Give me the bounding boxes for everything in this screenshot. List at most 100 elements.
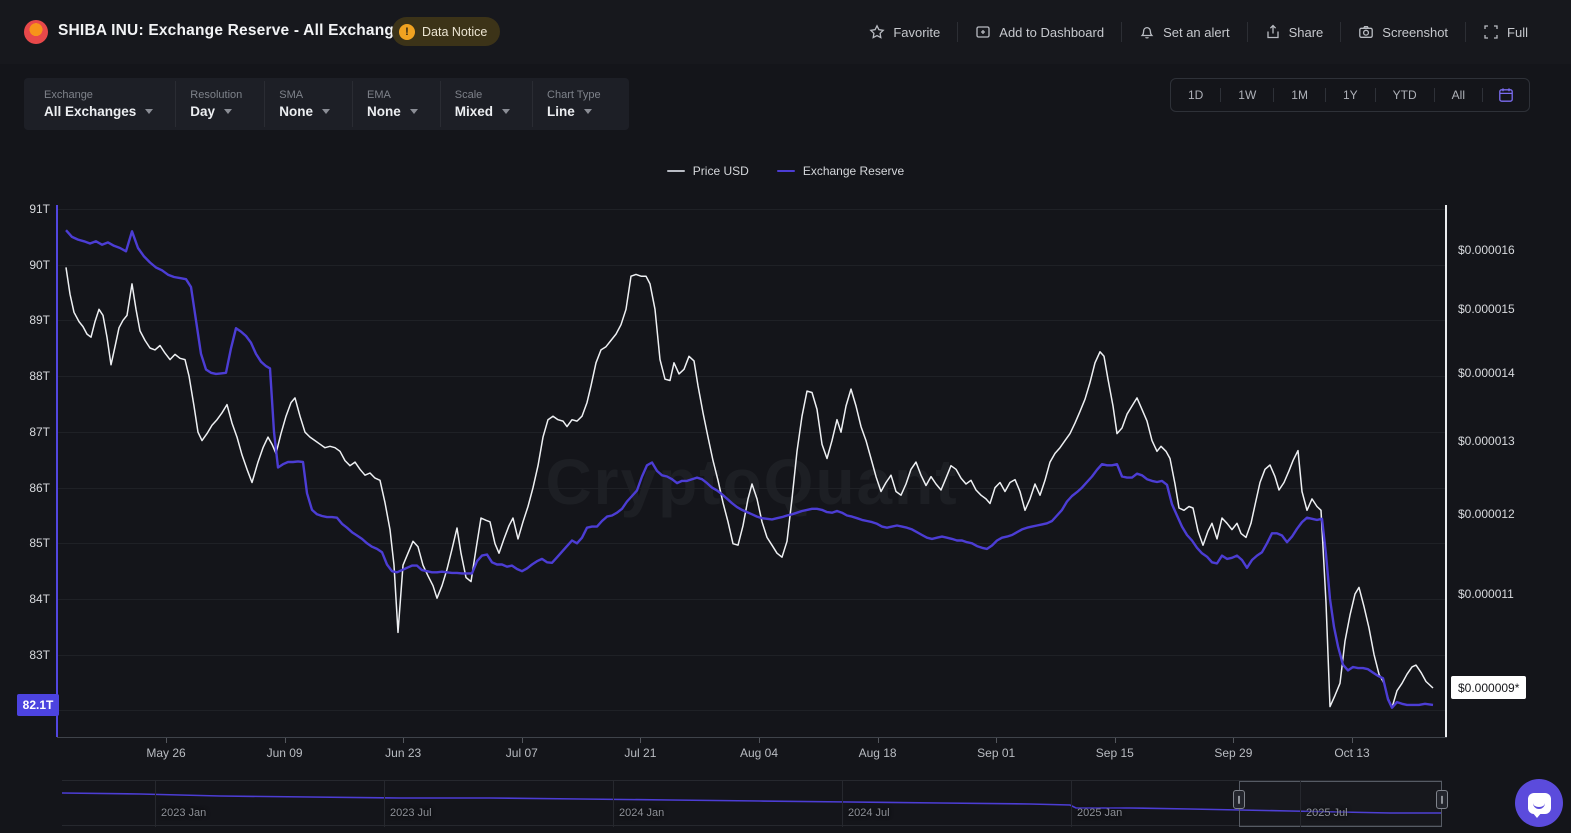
left-axis-tick: 87T: [29, 425, 50, 439]
right-axis-tick: $0.000016: [1458, 243, 1515, 257]
x-axis-tick-mark: [640, 738, 641, 743]
ema-value: None: [367, 104, 401, 119]
minimap-gridline: [155, 781, 156, 827]
x-axis-tick: Jun 23: [385, 746, 421, 760]
x-axis-tick: Aug 04: [740, 746, 778, 760]
left-axis-tick: 83T: [29, 648, 50, 662]
screenshot-button[interactable]: Screenshot: [1341, 24, 1465, 40]
chevron-down-icon: [224, 109, 232, 114]
resolution-value: Day: [190, 104, 215, 119]
sma-value: None: [279, 104, 313, 119]
range-1w-button[interactable]: 1W: [1221, 79, 1273, 111]
left-axis-tick: 90T: [29, 258, 50, 272]
calendar-icon[interactable]: [1483, 87, 1529, 103]
share-icon: [1265, 24, 1281, 40]
resolution-dropdown[interactable]: ResolutionDay: [175, 81, 264, 127]
full-button[interactable]: Full: [1466, 24, 1545, 40]
set-alert-button[interactable]: Set an alert: [1122, 24, 1247, 40]
minimap-gridline: [384, 781, 385, 827]
minimap-gridline: [1300, 781, 1301, 827]
chat-icon: [1528, 793, 1551, 814]
minimap-tick-label: 2024 Jul: [848, 807, 890, 819]
x-axis-tick-mark: [522, 738, 523, 743]
legend-item-exchange-reserve[interactable]: Exchange Reserve: [777, 164, 904, 178]
time-range-selector: 1D1W1M1YYTDAll: [1170, 78, 1530, 112]
fullscreen-icon: [1483, 24, 1499, 40]
header-bar: SHIBA INU: Exchange Reserve - All Exchan…: [0, 0, 1571, 64]
legend-label: Price USD: [693, 164, 749, 178]
minimap-gridline: [842, 781, 843, 827]
data-notice-label: Data Notice: [422, 25, 487, 39]
x-axis-tick: Aug 18: [859, 746, 897, 760]
x-axis-tick-mark: [759, 738, 760, 743]
x-axis-tick: Sep 15: [1096, 746, 1134, 760]
minimap-right-handle[interactable]: ∥: [1436, 790, 1448, 809]
left-axis-tick: 91T: [29, 202, 50, 216]
ema-dropdown[interactable]: EMANone: [352, 81, 440, 127]
exchange-dropdown[interactable]: ExchangeAll Exchanges: [30, 81, 175, 127]
share-label: Share: [1289, 25, 1324, 40]
legend-item-price-usd[interactable]: Price USD: [667, 164, 749, 178]
chevron-down-icon: [322, 109, 330, 114]
shiba-inu-logo-icon: [24, 20, 48, 44]
header-actions: FavoriteAdd to Dashboard Set an alert Shar…: [852, 0, 1545, 64]
exchange-value: All Exchanges: [44, 104, 136, 119]
range-ytd-button[interactable]: YTD: [1376, 79, 1434, 111]
range-1m-button[interactable]: 1M: [1274, 79, 1325, 111]
chart-type-label: Chart Type: [547, 89, 601, 101]
full-label: Full: [1507, 25, 1528, 40]
minimap-tick-label: 2025 Jan: [1077, 807, 1122, 819]
set-alert-label: Set an alert: [1163, 25, 1230, 40]
page-title: SHIBA INU: Exchange Reserve - All Exchan…: [58, 22, 412, 40]
x-axis-tick-mark: [878, 738, 879, 743]
minimap-left-handle[interactable]: ∥: [1233, 790, 1245, 809]
right-axis-tick: $0.000011: [1458, 587, 1514, 601]
x-axis-tick: Jul 07: [506, 746, 538, 760]
minimap-tick-label: 2023 Jan: [161, 807, 206, 819]
timeline-minimap[interactable]: ∥ ∥ 2023 Jan2023 Jul2024 Jan2024 Jul2025…: [62, 780, 1442, 826]
left-axis-tick: 84T: [29, 592, 50, 606]
series-price-usd: [66, 267, 1433, 707]
bell-icon: [1139, 24, 1155, 40]
legend-swatch: [777, 170, 795, 172]
x-axis-tick-mark: [403, 738, 404, 743]
chat-button[interactable]: [1515, 779, 1563, 827]
x-axis-tick-mark: [996, 738, 997, 743]
add-to-dashboard-button[interactable]: Add to Dashboard: [958, 24, 1121, 40]
left-axis-tick: 89T: [29, 313, 50, 327]
chart-plot-area[interactable]: CryptoQuant: [57, 205, 1447, 737]
dashboard-add-icon: [975, 24, 991, 40]
warning-icon: !: [399, 24, 415, 40]
chevron-down-icon: [502, 109, 510, 114]
range-1d-button[interactable]: 1D: [1171, 79, 1220, 111]
x-axis-tick: Jun 09: [267, 746, 303, 760]
x-axis-tick-mark: [1233, 738, 1234, 743]
range-1y-button[interactable]: 1Y: [1326, 79, 1375, 111]
left-axis-tick: 88T: [29, 369, 50, 383]
minimap-selection-window[interactable]: [1239, 781, 1442, 827]
reserve-current-value-badge: 82.1T: [17, 694, 59, 716]
sma-label: SMA: [279, 89, 330, 101]
share-button[interactable]: Share: [1248, 24, 1341, 40]
minimap-gridline: [1071, 781, 1072, 827]
x-axis-tick: May 26: [146, 746, 185, 760]
legend-swatch: [667, 170, 685, 172]
scale-dropdown[interactable]: ScaleMixed: [440, 81, 532, 127]
minimap-tick-label: 2023 Jul: [390, 807, 432, 819]
cryptoquant-chart-page: SHIBA INU: Exchange Reserve - All Exchan…: [0, 0, 1571, 833]
left-axis-tick: 85T: [29, 536, 50, 550]
x-axis-tick: Sep 01: [977, 746, 1015, 760]
x-axis-tick: Oct 13: [1334, 746, 1369, 760]
right-axis-tick: $0.000012: [1458, 507, 1515, 521]
range-all-button[interactable]: All: [1435, 79, 1482, 111]
x-axis-tick-mark: [166, 738, 167, 743]
x-axis-tick-mark: [1352, 738, 1353, 743]
favorite-button[interactable]: Favorite: [852, 24, 957, 40]
minimap-tick-label: 2024 Jan: [619, 807, 664, 819]
right-axis-tick: $0.000015: [1458, 302, 1515, 316]
chart-type-dropdown[interactable]: Chart TypeLine: [532, 81, 623, 127]
left-axis-tick: 86T: [29, 481, 50, 495]
right-axis-tick: $0.000013: [1458, 434, 1515, 448]
sma-dropdown[interactable]: SMA None: [264, 81, 352, 127]
data-notice-badge[interactable]: ! Data Notice: [392, 17, 500, 46]
